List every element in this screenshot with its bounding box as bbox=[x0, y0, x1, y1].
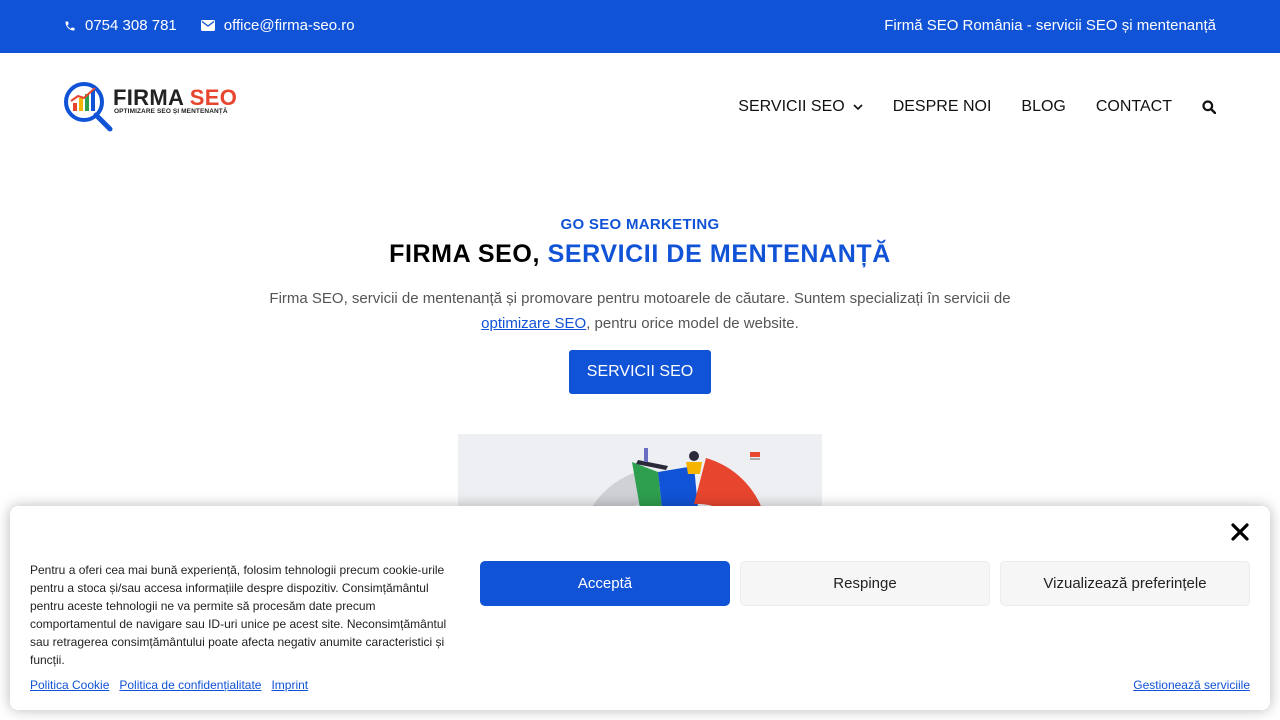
nav-item-label: SERVICII SEO bbox=[738, 98, 845, 115]
cookie-message: Pentru a oferi cea mai bună experiență, … bbox=[30, 563, 447, 667]
chart-illustration-image bbox=[458, 434, 822, 514]
nav-item-servicii-seo[interactable]: SERVICII SEO bbox=[738, 98, 863, 116]
hero-title: FIRMA SEO, SERVICII DE MENTENANȚĂ bbox=[389, 240, 891, 268]
phone-link[interactable]: 0754 308 781 bbox=[64, 17, 177, 34]
main-nav: SERVICII SEO DESPRE NOI BLOG CONTACT bbox=[738, 98, 1216, 116]
nav-item-despre-noi[interactable]: DESPRE NOI bbox=[893, 98, 992, 116]
logo-tagline: OPTIMIZARE SEO ȘI MENTENANȚĂ bbox=[114, 108, 228, 115]
close-icon bbox=[1231, 523, 1249, 541]
nav-item-blog[interactable]: BLOG bbox=[1021, 98, 1065, 116]
close-button[interactable] bbox=[1230, 522, 1250, 542]
cookie-consent-banner: Pentru a oferi cea mai bună experiență, … bbox=[10, 506, 1270, 710]
privacy-policy-link[interactable]: Politica de confidențialitate bbox=[119, 678, 261, 692]
accept-button[interactable]: Acceptă bbox=[480, 561, 730, 606]
email-address: office@firma-seo.ro bbox=[223, 17, 355, 34]
manage-services-link[interactable]: Gestionează serviciile bbox=[1133, 678, 1250, 692]
search-button[interactable] bbox=[1202, 100, 1216, 114]
cookie-policy-link[interactable]: Politica Cookie bbox=[30, 678, 109, 692]
imprint-link[interactable]: Imprint bbox=[271, 678, 308, 692]
phone-number: 0754 308 781 bbox=[85, 17, 177, 34]
chevron-down-icon bbox=[853, 103, 863, 110]
cookie-policy-links: Politica Cookie Politica de confidențial… bbox=[30, 678, 318, 692]
hero-eyebrow: GO SEO MARKETING bbox=[560, 216, 720, 233]
site-logo[interactable]: FIRMA SEO OPTIMIZARE SEO ȘI MENTENANȚĂ bbox=[63, 81, 248, 133]
top-bar: 0754 308 781 office@firma-seo.ro Firmă S… bbox=[0, 0, 1280, 53]
view-preferences-button[interactable]: Vizualizează preferințele bbox=[1000, 561, 1250, 606]
phone-icon bbox=[65, 21, 75, 30]
logo-magnifier-icon bbox=[64, 82, 113, 132]
hero-description: Firma SEO, servicii de mentenanță și pro… bbox=[269, 290, 1011, 332]
nav-item-contact[interactable]: CONTACT bbox=[1096, 98, 1172, 116]
top-bar-tagline: Firmă SEO România - servicii SEO și ment… bbox=[884, 17, 1216, 34]
envelope-icon bbox=[200, 20, 215, 31]
top-bar-contacts: 0754 308 781 office@firma-seo.ro bbox=[64, 17, 379, 34]
email-link[interactable]: office@firma-seo.ro bbox=[200, 17, 355, 34]
search-icon bbox=[1202, 100, 1216, 114]
optimizare-seo-link[interactable]: optimizare SEO bbox=[481, 315, 586, 332]
servicii-seo-button[interactable]: SERVICII SEO bbox=[569, 350, 711, 394]
hero-illustration bbox=[458, 434, 822, 514]
deny-button[interactable]: Respinge bbox=[740, 561, 990, 606]
